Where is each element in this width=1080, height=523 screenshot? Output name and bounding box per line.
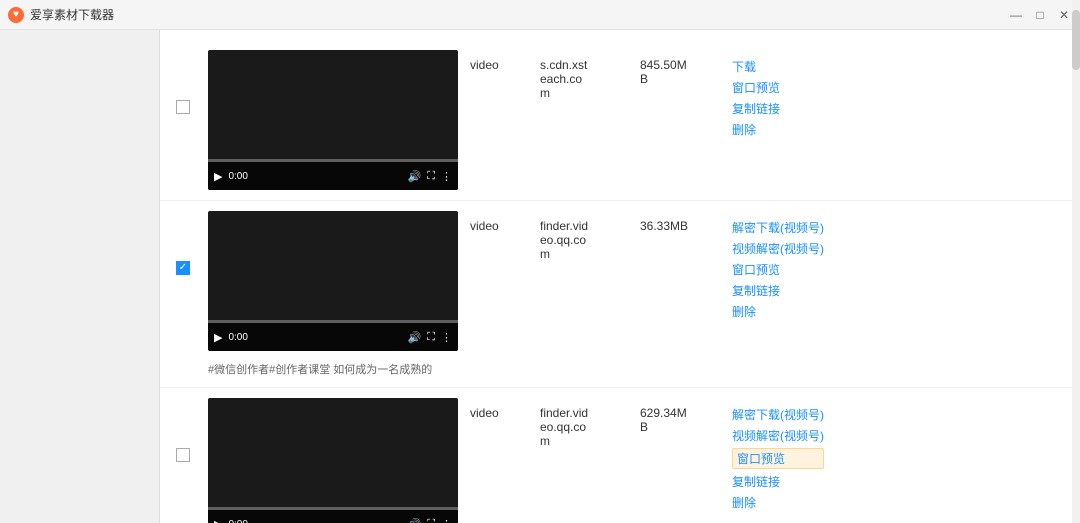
- action-preview-1[interactable]: 窗口预览: [732, 79, 822, 96]
- video-controls-2: ▶ 0:00 🔊 ⛶ ⋮: [208, 323, 458, 351]
- play-icon-2[interactable]: ▶: [214, 331, 222, 344]
- checkbox-col-3: [176, 398, 196, 462]
- item-size-3: 629.34MB: [640, 406, 720, 434]
- checkbox-3[interactable]: [176, 448, 190, 462]
- checkbox-1[interactable]: [176, 100, 190, 114]
- window-controls: — □ ✕: [1008, 7, 1072, 23]
- fullscreen-icon-1[interactable]: ⛶: [427, 170, 435, 183]
- checkbox-col-2: [176, 211, 196, 275]
- content-area: ▶ 0:00 🔊 ⛶ ⋮ video s.cdn.xsteach.com 845…: [160, 30, 1080, 523]
- title-bar-left: ♥ 爱享素材下载器: [8, 6, 114, 23]
- action-copy-2[interactable]: 复制链接: [732, 282, 824, 299]
- item-main-row-3: video finder.video.qq.com 629.34MB: [470, 406, 720, 448]
- item-type-3: video: [470, 406, 520, 420]
- volume-icon-1[interactable]: 🔊: [408, 170, 422, 183]
- item-size-1: 845.50MB: [640, 58, 720, 86]
- checkbox-col-1: [176, 50, 196, 114]
- item-source-1: s.cdn.xsteach.com: [540, 58, 620, 100]
- video-thumbnail-3: ▶ 0:00 🔊 ⛶ ⋮: [208, 398, 458, 523]
- media-item-2: ▶ 0:00 🔊 ⛶ ⋮ #微信创作者#创作者课堂 如何成为一名成熟的 vide…: [160, 201, 1080, 388]
- media-item-3: ▶ 0:00 🔊 ⛶ ⋮ 一口气听完2023年最火的50首歌 video fin…: [160, 388, 1080, 523]
- minimize-button[interactable]: —: [1008, 7, 1024, 23]
- action-decrypt-video-2[interactable]: 视频解密(视频号): [732, 240, 824, 257]
- action-preview-2[interactable]: 窗口预览: [732, 261, 824, 278]
- item-caption-2: #微信创作者#创作者课堂 如何成为一名成熟的: [208, 361, 458, 377]
- volume-icon-3[interactable]: 🔊: [408, 518, 422, 523]
- title-bar: ♥ 爱享素材下载器 — □ ✕: [0, 0, 1080, 30]
- video-controls-3: ▶ 0:00 🔊 ⛶ ⋮: [208, 510, 458, 523]
- item-source-3: finder.video.qq.com: [540, 406, 620, 448]
- menu-icon-1[interactable]: ⋮: [441, 170, 452, 183]
- item-size-2: 36.33MB: [640, 219, 720, 233]
- item-main-row-1: video s.cdn.xsteach.com 845.50MB: [470, 58, 720, 100]
- fullscreen-icon-3[interactable]: ⛶: [427, 518, 435, 523]
- item-main-row-2: video finder.video.qq.com 36.33MB: [470, 219, 720, 261]
- app-icon: ♥: [8, 7, 24, 23]
- action-copy-1[interactable]: 复制链接: [732, 100, 822, 117]
- item-actions-3: 解密下载(视频号) 视频解密(视频号) 窗口预览 复制链接 删除: [732, 398, 824, 511]
- action-delete-2[interactable]: 删除: [732, 303, 824, 320]
- action-download-1[interactable]: 下载: [732, 58, 822, 75]
- scrollbar[interactable]: [1072, 0, 1080, 523]
- volume-icon-2[interactable]: 🔊: [408, 331, 422, 344]
- item-actions-2: 解密下载(视频号) 视频解密(视频号) 窗口预览 复制链接 删除: [732, 211, 824, 320]
- time-display-1: 0:00: [228, 171, 247, 182]
- menu-icon-2[interactable]: ⋮: [441, 331, 452, 344]
- action-delete-3[interactable]: 删除: [732, 494, 824, 511]
- main-container: ▶ 0:00 🔊 ⛶ ⋮ video s.cdn.xsteach.com 845…: [0, 30, 1080, 523]
- play-icon-3[interactable]: ▶: [214, 518, 222, 523]
- video-thumbnail-1: ▶ 0:00 🔊 ⛶ ⋮: [208, 50, 458, 190]
- scrollbar-thumb[interactable]: [1072, 10, 1080, 70]
- action-decrypt-video-3[interactable]: 视频解密(视频号): [732, 427, 824, 444]
- item-type-1: video: [470, 58, 520, 72]
- close-button[interactable]: ✕: [1056, 7, 1072, 23]
- menu-icon-3[interactable]: ⋮: [441, 518, 452, 523]
- app-title: 爱享素材下载器: [30, 6, 114, 23]
- checkbox-2[interactable]: [176, 261, 190, 275]
- action-decrypt-download-3[interactable]: 解密下载(视频号): [732, 406, 824, 423]
- time-display-3: 0:00: [228, 519, 247, 523]
- sidebar: [0, 30, 160, 523]
- item-source-2: finder.video.qq.com: [540, 219, 620, 261]
- play-icon-1[interactable]: ▶: [214, 170, 222, 183]
- action-decrypt-download-2[interactable]: 解密下载(视频号): [732, 219, 824, 236]
- video-controls-1: ▶ 0:00 🔊 ⛶ ⋮: [208, 162, 458, 190]
- maximize-button[interactable]: □: [1032, 7, 1048, 23]
- media-item: ▶ 0:00 🔊 ⛶ ⋮ video s.cdn.xsteach.com 845…: [160, 40, 1080, 201]
- action-copy-3[interactable]: 复制链接: [732, 473, 824, 490]
- action-delete-1[interactable]: 删除: [732, 121, 822, 138]
- action-preview-3[interactable]: 窗口预览: [732, 448, 824, 469]
- video-thumbnail-2: ▶ 0:00 🔊 ⛶ ⋮: [208, 211, 458, 351]
- item-actions-1: 下载 窗口预览 复制链接 删除: [732, 50, 822, 138]
- fullscreen-icon-2[interactable]: ⛶: [427, 331, 435, 344]
- time-display-2: 0:00: [228, 332, 247, 343]
- item-type-2: video: [470, 219, 520, 233]
